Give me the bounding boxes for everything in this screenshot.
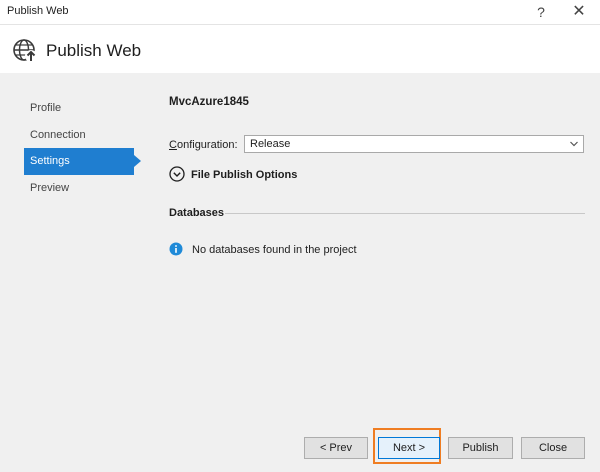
- dialog-title: Publish Web: [46, 41, 142, 60]
- configuration-label: Configuration:: [169, 139, 238, 151]
- databases-divider: [225, 213, 585, 214]
- prev-button[interactable]: < Prev: [304, 437, 368, 459]
- wizard-nav: Profile Connection Settings Preview: [24, 95, 141, 202]
- publish-button[interactable]: Publish: [448, 437, 513, 459]
- file-publish-options-label: File Publish Options: [191, 169, 298, 181]
- help-button[interactable]: ?: [524, 0, 558, 24]
- databases-heading: Databases: [169, 207, 225, 219]
- nav-item-profile[interactable]: Profile: [24, 95, 138, 122]
- window-close-button[interactable]: ✕: [562, 0, 596, 24]
- globe-publish-icon: [13, 39, 37, 62]
- nav-item-preview[interactable]: Preview: [24, 175, 138, 202]
- title-bar: Publish Web ? ✕: [0, 0, 600, 25]
- accesskey-letter: C: [169, 139, 177, 151]
- close-button[interactable]: Close: [521, 437, 585, 459]
- configuration-dropdown[interactable]: Release: [244, 135, 584, 153]
- dialog-header: Publish Web: [0, 25, 600, 73]
- expand-chevron-icon: [169, 166, 185, 182]
- configuration-label-text: onfiguration:: [176, 139, 238, 151]
- nav-item-label: Connection: [30, 128, 86, 141]
- nav-item-label: Profile: [30, 102, 62, 114]
- databases-message: No databases found in the project: [192, 244, 357, 256]
- info-icon: [169, 242, 183, 256]
- nav-item-label: Settings: [30, 155, 70, 167]
- nav-item-label: Preview: [30, 181, 70, 194]
- next-button[interactable]: Next >: [378, 437, 440, 459]
- chevron-down-icon: [570, 141, 578, 147]
- configuration-value: Release: [250, 138, 291, 150]
- window-title: Publish Web: [7, 5, 69, 17]
- nav-item-settings[interactable]: Settings: [24, 148, 141, 175]
- profile-name: MvcAzure1845: [169, 96, 249, 108]
- nav-item-connection[interactable]: Connection: [24, 122, 138, 149]
